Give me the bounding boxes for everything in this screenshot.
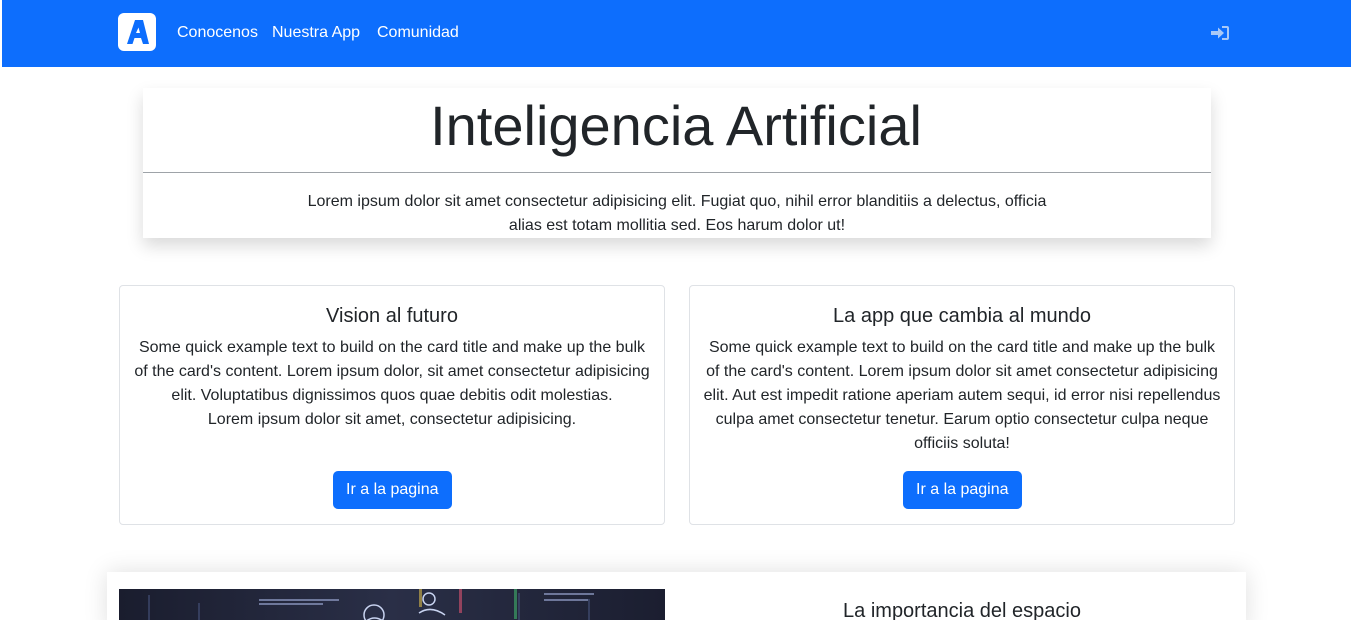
card-title: Vision al futuro bbox=[326, 305, 458, 327]
navbar: Conocenos Nuestra App Comunidad bbox=[2, 0, 1351, 67]
feature-title: La importancia del espacio bbox=[843, 600, 1081, 620]
hero-description: Lorem ipsum dolor sit amet consectetur a… bbox=[300, 190, 1054, 238]
card-text-main: Some quick example text to build on the … bbox=[134, 339, 650, 404]
sign-in-icon[interactable] bbox=[1210, 24, 1230, 42]
hero-description-line1: Lorem ipsum dolor sit amet consectetur a… bbox=[307, 193, 1047, 210]
card-vision-futuro: Vision al futuro Some quick example text… bbox=[119, 285, 665, 525]
ai-technology-image bbox=[119, 589, 665, 620]
card-text: Some quick example text to build on the … bbox=[703, 339, 1221, 452]
ir-a-la-pagina-button[interactable]: Ir a la pagina bbox=[333, 471, 452, 509]
card-text: Some quick example text to build on the … bbox=[132, 336, 652, 432]
nav-link-conocenos[interactable]: Conocenos bbox=[177, 22, 258, 44]
brand-logo-icon[interactable] bbox=[118, 13, 156, 51]
card-title: La app que cambia al mundo bbox=[833, 305, 1091, 327]
ir-a-la-pagina-button[interactable]: Ir a la pagina bbox=[903, 471, 1022, 509]
card-app-cambia-mundo: La app que cambia al mundo Some quick ex… bbox=[689, 285, 1235, 525]
hero-description-line2: alias est totam mollitia sed. Eos harum … bbox=[508, 217, 846, 234]
hero-divider bbox=[143, 172, 1211, 173]
nav-link-nuestra-app[interactable]: Nuestra App bbox=[272, 22, 360, 44]
nav-link-comunidad[interactable]: Comunidad bbox=[377, 22, 459, 44]
hero-title: Inteligencia Artificial bbox=[430, 94, 922, 157]
card-text-extra: Lorem ipsum dolor sit amet, consectetur … bbox=[207, 411, 577, 428]
